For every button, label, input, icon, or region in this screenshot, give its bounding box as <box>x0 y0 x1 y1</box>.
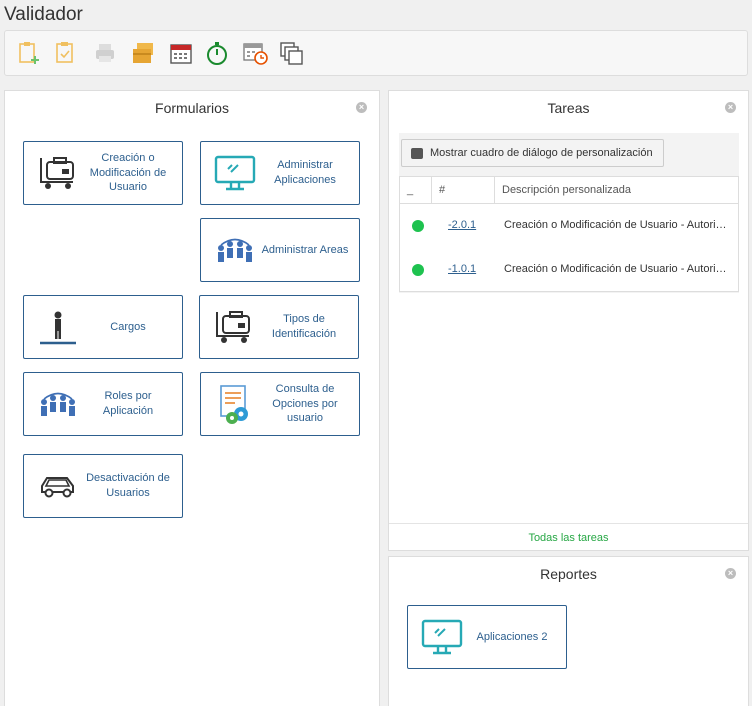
card-cargos[interactable]: Cargos <box>23 295 183 359</box>
task-number-link[interactable]: -1.0.1 <box>448 263 476 275</box>
card-administrar-areas[interactable]: Administrar Areas <box>200 218 360 282</box>
chat-icon <box>411 148 423 159</box>
card-aplicaciones-2[interactable]: Aplicaciones 2 <box>407 605 567 669</box>
customize-dialog-button[interactable]: Mostrar cuadro de diálogo de personaliza… <box>401 139 664 167</box>
card-tipos-identificacion[interactable]: Tipos de Identificación <box>199 295 359 359</box>
card-label: Tipos de Identificación <box>271 313 337 340</box>
grid-header: _ # Descripción personalizada <box>400 177 738 204</box>
reportes-title: Reportes <box>540 566 597 582</box>
new-form-icon[interactable] <box>15 39 43 67</box>
card-roles-aplicacion[interactable]: Roles por Aplicación <box>23 372 183 436</box>
card-label: Roles por Aplicación <box>102 390 154 417</box>
tareas-panel: Tareas × Mostrar cuadro de diálogo de pe… <box>388 90 749 551</box>
document-gears-icon <box>213 385 257 425</box>
calendar-icon[interactable] <box>167 39 195 67</box>
calendar-clock-icon[interactable] <box>241 39 269 67</box>
card-label: Administrar Aplicaciones <box>274 159 336 186</box>
tareas-title: Tareas <box>547 100 590 116</box>
monitor-icon <box>420 618 464 658</box>
col-number[interactable]: # <box>432 177 495 203</box>
close-icon[interactable]: × <box>725 102 736 113</box>
card-label: Desactivación de Usuarios <box>86 472 170 499</box>
copy-windows-icon[interactable] <box>277 39 305 67</box>
customize-dialog-label: Mostrar cuadro de diálogo de personaliza… <box>430 147 653 159</box>
card-label: Creación o Modificación de Usuario <box>89 151 167 194</box>
formularios-title: Formularios <box>155 100 229 116</box>
close-icon[interactable]: × <box>725 568 736 579</box>
card-label: Administrar Areas <box>261 243 349 256</box>
monitor-icon <box>213 154 257 194</box>
card-label: Consulta de Opciones por usuario <box>272 382 338 425</box>
reportes-panel: Reportes × Aplicaciones 2 <box>388 556 749 706</box>
toolbar <box>4 30 748 76</box>
card-desactivacion-usuarios[interactable]: Desactivación de Usuarios <box>23 454 183 518</box>
timer-icon[interactable] <box>203 39 231 67</box>
formularios-panel: Formularios × Creación o Modificación de… <box>4 90 380 706</box>
card-label: Aplicaciones 2 <box>476 630 548 643</box>
col-select[interactable]: _ <box>400 177 432 203</box>
all-tasks-link[interactable]: Todas las tareas <box>389 523 748 551</box>
status-dot <box>412 264 424 276</box>
task-description: Creación o Modificación de Usuario - Aut… <box>504 263 732 275</box>
person-stand-icon <box>36 308 80 348</box>
folders-icon[interactable] <box>129 39 157 67</box>
task-description: Creación o Modificación de Usuario - Aut… <box>504 219 732 231</box>
cart-card-icon <box>36 154 80 194</box>
close-icon[interactable]: × <box>356 102 367 113</box>
card-label: Cargos <box>110 320 146 333</box>
cart-card-icon <box>212 308 256 348</box>
table-row[interactable]: -2.0.1 Creación o Modificación de Usuari… <box>400 204 738 248</box>
col-description[interactable]: Descripción personalizada <box>495 177 738 203</box>
task-number-link[interactable]: -2.0.1 <box>448 219 476 231</box>
card-consulta-opciones[interactable]: Consulta de Opciones por usuario <box>200 372 360 436</box>
print-icon[interactable] <box>91 39 119 67</box>
people-network-icon <box>36 385 80 425</box>
tasks-grid: _ # Descripción personalizada -2.0.1 Cre… <box>399 176 739 292</box>
card-administrar-aplicaciones[interactable]: Administrar Aplicaciones <box>200 141 360 205</box>
people-network-icon <box>213 231 257 271</box>
status-dot <box>412 220 424 232</box>
card-creacion-usuario[interactable]: Creación o Modificación de Usuario <box>23 141 183 205</box>
car-icon <box>36 467 80 507</box>
checklist-icon[interactable] <box>51 39 79 67</box>
app-title: Validador <box>4 4 83 25</box>
table-row[interactable]: -1.0.1 Creación o Modificación de Usuari… <box>400 248 738 292</box>
